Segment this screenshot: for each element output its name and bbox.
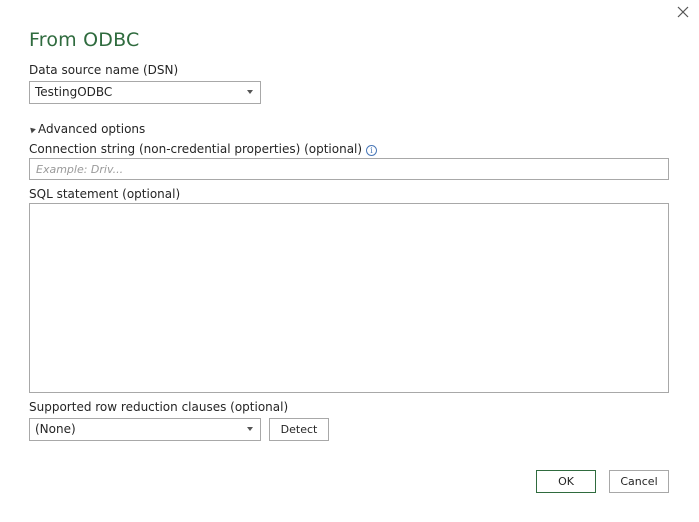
sql-statement-textarea[interactable]: [29, 203, 669, 393]
row-reduction-selected-value: (None): [35, 422, 76, 436]
close-button[interactable]: [673, 3, 693, 23]
detect-button[interactable]: Detect: [269, 418, 329, 441]
sql-statement-label: SQL statement (optional): [29, 187, 181, 201]
from-odbc-dialog: From ODBC Data source name (DSN) Testing…: [0, 0, 699, 522]
ok-button[interactable]: OK: [536, 470, 596, 493]
dsn-dropdown[interactable]: TestingODBC: [29, 81, 261, 104]
connection-string-label: Connection string (non-credential proper…: [29, 142, 363, 156]
connection-string-label-row: Connection string (non-credential proper…: [29, 141, 378, 157]
advanced-options-toggle[interactable]: Advanced options: [28, 121, 146, 137]
chevron-down-icon: [247, 427, 253, 431]
close-icon: [677, 6, 689, 18]
advanced-options-label: Advanced options: [38, 122, 146, 136]
connection-string-input[interactable]: [29, 158, 669, 180]
info-icon[interactable]: i: [366, 145, 378, 156]
dsn-label: Data source name (DSN): [29, 63, 179, 77]
row-reduction-label: Supported row reduction clauses (optiona…: [29, 400, 289, 414]
row-reduction-dropdown[interactable]: (None): [29, 418, 261, 441]
triangle-icon: [28, 125, 36, 134]
chevron-down-icon: [247, 90, 253, 94]
dialog-title: From ODBC: [29, 29, 140, 51]
cancel-button[interactable]: Cancel: [609, 470, 669, 493]
dsn-selected-value: TestingODBC: [35, 85, 113, 99]
